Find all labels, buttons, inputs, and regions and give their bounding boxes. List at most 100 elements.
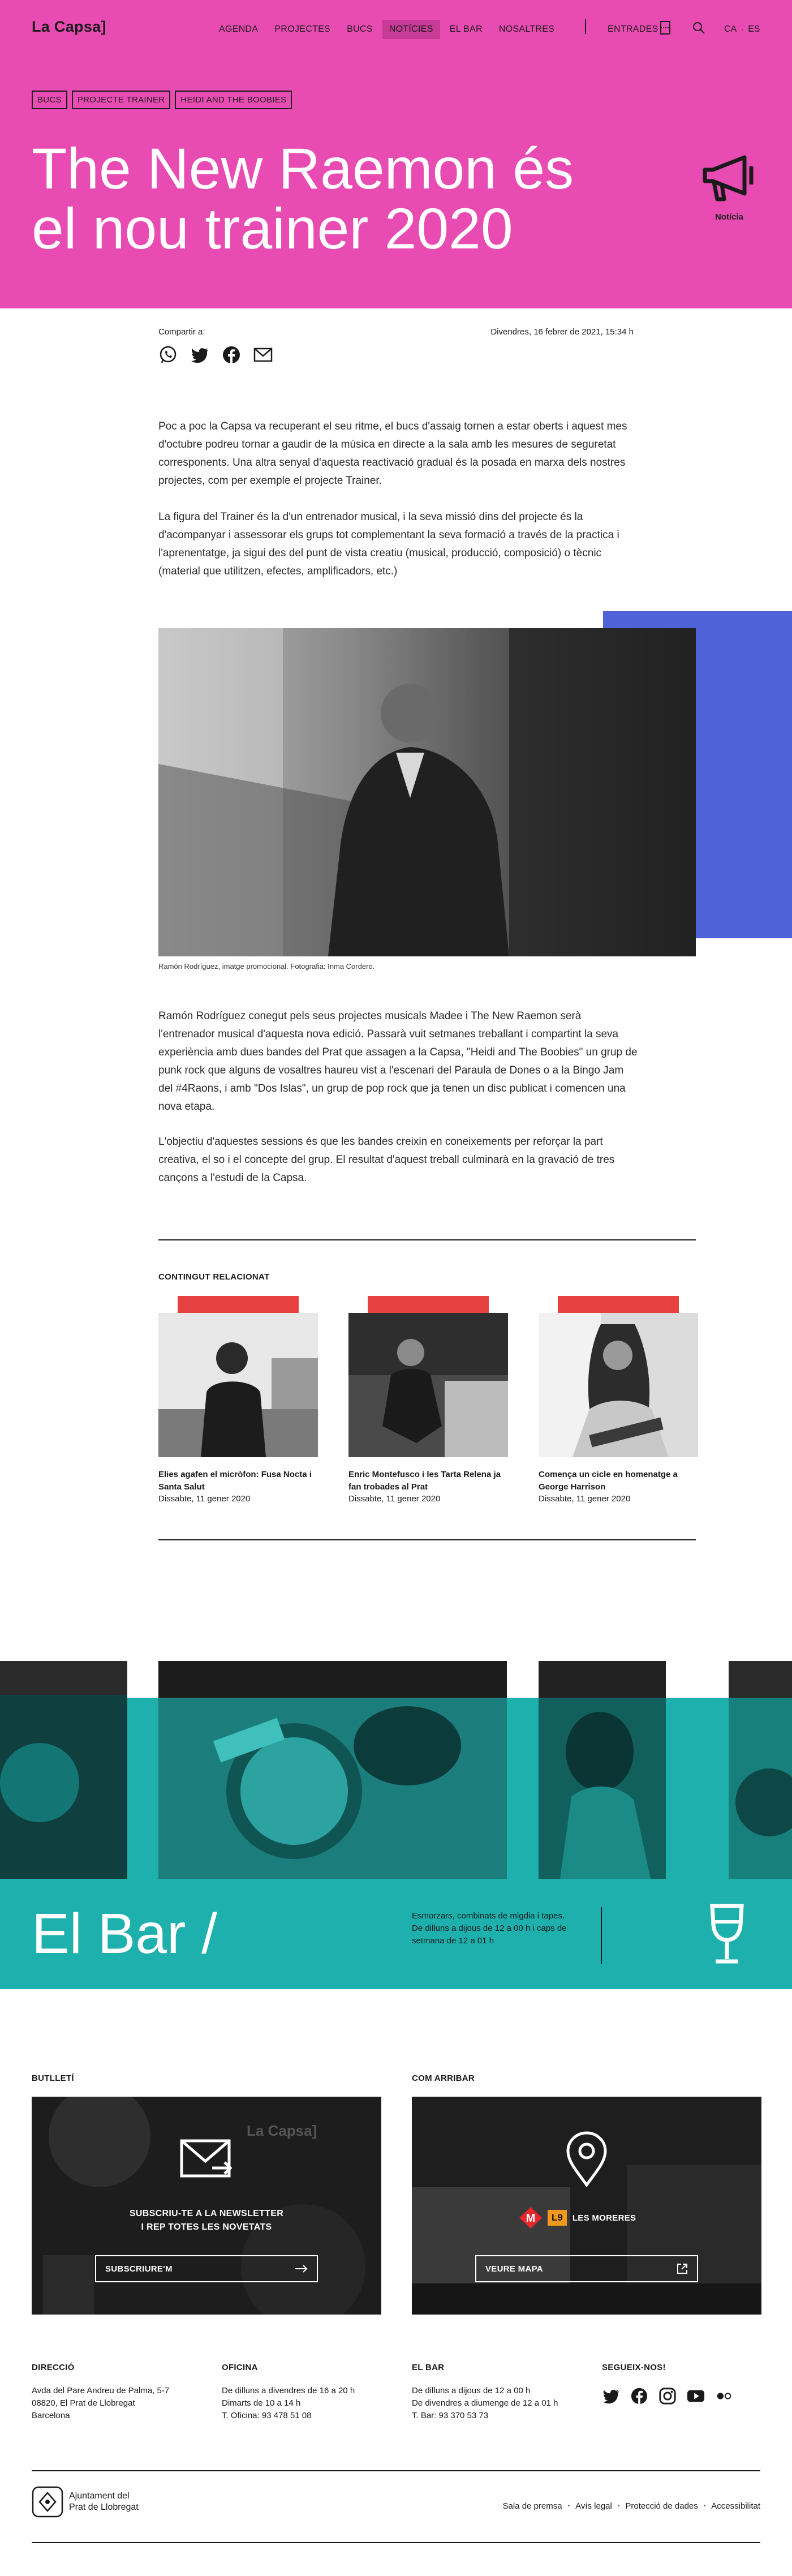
- nav-agenda[interactable]: AGENDA: [212, 20, 265, 39]
- card-date: Dissabte, 11 gener 2020: [158, 1494, 251, 1504]
- card-title[interactable]: Comença un cicle en homenatge a George H…: [539, 1469, 698, 1493]
- directions-box: M L9 LES MORERES VEURE MAPA: [412, 2097, 761, 2315]
- divider: [158, 1239, 696, 1240]
- metro-letter: M: [526, 2212, 536, 2225]
- twitter-icon[interactable]: [190, 345, 209, 364]
- footer-heading: OFICINA: [222, 2363, 258, 2372]
- footer-line: Barcelona: [32, 2411, 70, 2420]
- footer-line: De dilluns a dijous de 12 a 00 h: [412, 2386, 531, 2395]
- nav-projectes[interactable]: PROJECTES: [268, 20, 337, 39]
- facebook-icon[interactable]: [222, 345, 241, 364]
- location-pin-icon: [566, 2131, 607, 2187]
- nav-divider: [585, 19, 586, 34]
- ajuntament-logo[interactable]: Ajuntament del Prat de Llobregat: [32, 2486, 139, 2518]
- article-paragraph: L'objectiu d'aquestes sessions és que le…: [158, 1136, 615, 1184]
- station-name: LES MORERES: [572, 2213, 636, 2223]
- content-type-label: Notícia: [714, 212, 743, 222]
- card-title[interactable]: Enric Montefusco i les Tarta Relena ja f…: [348, 1469, 508, 1493]
- tickets-link[interactable]: ENTRADES: [608, 24, 658, 35]
- tag-bucs[interactable]: BUCS: [32, 91, 67, 109]
- link-legal-notice[interactable]: Avís legal: [575, 2501, 612, 2511]
- newsletter-title: BUTLLETÍ: [32, 2073, 74, 2083]
- lang-ca[interactable]: CA: [724, 24, 737, 35]
- footer-heading: EL BAR: [412, 2363, 445, 2372]
- lang-es[interactable]: ES: [748, 24, 760, 35]
- language-switch: CA · ES: [724, 24, 760, 35]
- subscribe-button[interactable]: SUBSCRIURE'M: [95, 2255, 318, 2282]
- article-paragraph: Ramón Rodríguez conegut pels seus projec…: [158, 1010, 638, 1113]
- flickr-icon[interactable]: [715, 2387, 733, 2405]
- newsletter-label-line1: SUBSCRIU-TE A LA NEWSLETTER: [129, 2209, 284, 2218]
- bar-title[interactable]: El Bar /: [32, 1901, 217, 1967]
- footer-line: Dimarts de 10 a 14 h: [222, 2398, 301, 2408]
- bar-divider: [601, 1907, 602, 1964]
- legal-separator: •: [617, 2503, 620, 2509]
- legal-separator: •: [703, 2503, 706, 2509]
- article-photo: [158, 628, 696, 956]
- card-image[interactable]: [348, 1313, 508, 1457]
- share-icons: [158, 345, 273, 364]
- external-link-icon: [677, 2264, 687, 2274]
- ajuntament-line2: Prat de Llobregat: [69, 2502, 139, 2512]
- directions-title: COM ARRIBAR: [412, 2073, 475, 2083]
- footer-line: De dilluns a divendres de 16 a 20 h: [222, 2386, 355, 2395]
- search-icon[interactable]: [692, 22, 705, 34]
- page-title: The New Raemon és el nou trainer 2020: [32, 136, 574, 261]
- footer-divider: [32, 2470, 760, 2471]
- instagram-icon[interactable]: [658, 2387, 677, 2405]
- metro-icon: M: [519, 2207, 542, 2229]
- email-icon[interactable]: [253, 345, 273, 364]
- card-date: Dissabte, 11 gener 2020: [348, 1494, 441, 1504]
- main-menu: AGENDA PROJECTES BUCS NOTÍCIES EL BAR NO…: [212, 20, 564, 39]
- footer-line: Avda del Pare Andreu de Palma, 5-7: [32, 2386, 170, 2395]
- footer-line: 08820, El Prat de Llobregat: [32, 2398, 135, 2408]
- nav-bucs[interactable]: BUCS: [340, 20, 380, 39]
- social-icons: [602, 2387, 733, 2405]
- newsletter-bg-logo: La Capsa]: [247, 2122, 317, 2139]
- link-press-room[interactable]: Sala de premsa: [503, 2501, 562, 2511]
- nav-nosaltres[interactable]: NOSALTRES: [492, 20, 561, 39]
- article-paragraph: La figura del Trainer és la d'un entrena…: [158, 511, 619, 577]
- whatsapp-icon[interactable]: [158, 345, 178, 364]
- link-data-protection[interactable]: Protecció de dades: [625, 2501, 698, 2511]
- card-image[interactable]: [539, 1313, 698, 1457]
- tag-list: BUCS PROJECTE TRAINER HEIDI AND THE BOOB…: [32, 91, 292, 109]
- view-map-button[interactable]: VEURE MAPA: [475, 2255, 698, 2282]
- mail-icon: [180, 2139, 233, 2178]
- share-label: Compartir a:: [158, 327, 205, 337]
- twitter-icon[interactable]: [602, 2387, 620, 2405]
- legal-links: Sala de premsa • Avís legal • Protecció …: [503, 2501, 761, 2511]
- megaphone-icon: [703, 155, 754, 201]
- nav-noticies[interactable]: NOTÍCIES: [382, 20, 440, 39]
- youtube-icon[interactable]: [687, 2387, 705, 2405]
- site-logo[interactable]: La Capsa]: [32, 18, 106, 36]
- card-date: Dissabte, 11 gener 2020: [539, 1494, 631, 1504]
- subscribe-button-label: SUBSCRIURE'M: [105, 2264, 173, 2274]
- tag-heidi[interactable]: HEIDI AND THE BOOBIES: [175, 91, 292, 109]
- footer-line[interactable]: T. Bar: 93 370 53 73: [412, 2410, 582, 2422]
- footer-office: OFICINA De dilluns a divendres de 16 a 2…: [222, 2363, 391, 2422]
- card-image[interactable]: [158, 1313, 318, 1457]
- facebook-icon[interactable]: [630, 2387, 648, 2405]
- ajuntament-name: Ajuntament del Prat de Llobregat: [69, 2491, 139, 2513]
- ajuntament-line1: Ajuntament del: [69, 2491, 130, 2501]
- metro-line-badge: L9: [548, 2210, 567, 2226]
- lang-separator: ·: [741, 25, 744, 33]
- transport-info: M L9 LES MORERES: [519, 2207, 636, 2229]
- hero-section: La Capsa] AGENDA PROJECTES BUCS NOTÍCIES…: [0, 0, 792, 308]
- photo-caption: Ramón Rodríguez, imatge promocional. Fot…: [158, 962, 375, 971]
- publish-date: Divendres, 16 febrer de 2021, 15:34 h: [490, 327, 634, 337]
- card-title[interactable]: Elies agafen el micròfon: Fusa Nocta i S…: [158, 1469, 318, 1493]
- newsletter-box: La Capsa] SUBSCRIU-TE A LA NEWSLETTER I …: [32, 2097, 381, 2315]
- footer-line[interactable]: T. Oficina: 93 478 51 08: [222, 2410, 391, 2422]
- legal-separator: •: [567, 2503, 570, 2509]
- arrow-right-icon: [295, 2265, 308, 2273]
- ticket-icon[interactable]: [660, 21, 670, 35]
- bar-description: Esmorzars, combinats de migdia i tapes. …: [412, 1911, 567, 1946]
- tag-projecte-trainer[interactable]: PROJECTE TRAINER: [71, 91, 171, 109]
- nav-el-bar[interactable]: EL BAR: [443, 20, 489, 39]
- footer-divider: [32, 2542, 760, 2543]
- wine-glass-icon: [710, 1904, 744, 1964]
- link-accessibility[interactable]: Accessibilitat: [711, 2501, 760, 2511]
- footer-line: De divendres a diumenge de 12 a 01 h: [412, 2398, 558, 2408]
